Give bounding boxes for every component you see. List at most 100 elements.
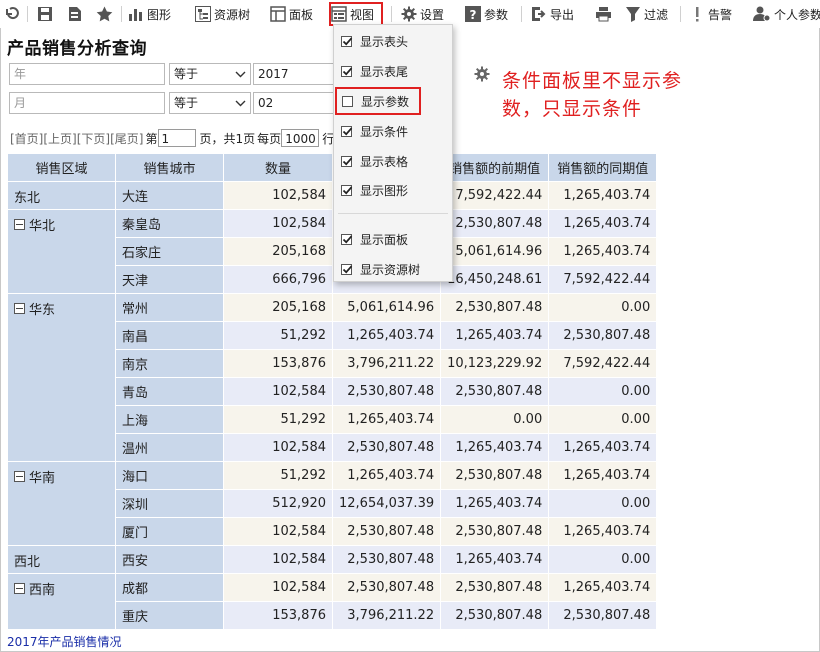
col-header-same-period[interactable]: 销售额的同期值 bbox=[548, 153, 658, 182]
col-header-region[interactable]: 销售区域 bbox=[7, 153, 116, 182]
toolbar-separator bbox=[391, 6, 392, 22]
checkbox-checked[interactable] bbox=[341, 184, 353, 196]
filter-operator-value: 等于 bbox=[174, 67, 199, 81]
menu-item-show-table[interactable]: 显示表格 bbox=[334, 147, 452, 175]
checkbox-unchecked[interactable] bbox=[342, 95, 353, 107]
cell-same-period: 0.00 bbox=[548, 405, 658, 434]
chevron-down-icon bbox=[235, 100, 246, 107]
cell-region: 东北 bbox=[7, 181, 116, 210]
menu-item-show-footer[interactable]: 显示表尾 bbox=[334, 57, 452, 85]
collapse-toggle-icon[interactable] bbox=[14, 583, 25, 594]
cell-sales: 2,530,807.48 bbox=[331, 517, 442, 546]
checkbox-checked[interactable] bbox=[341, 65, 353, 77]
menu-item-show-resource-tree[interactable]: 显示资源树 bbox=[334, 255, 452, 283]
chart-icon bbox=[129, 9, 142, 21]
menu-item-label: 显示表尾 bbox=[360, 64, 409, 79]
region-label: 西北 bbox=[14, 555, 41, 570]
cell-city: 秦皇岛 bbox=[115, 209, 224, 238]
cell-city: 大连 bbox=[115, 181, 224, 210]
prev-page-link[interactable]: [上页] bbox=[43, 130, 76, 147]
collapse-toggle-icon[interactable] bbox=[14, 219, 25, 230]
menu-item-show-conditions[interactable]: 显示条件 bbox=[334, 117, 452, 145]
cell-same-period: 2,530,807.48 bbox=[548, 601, 658, 630]
export-doc-icon bbox=[69, 7, 81, 21]
chart-button[interactable]: 图形 bbox=[128, 4, 171, 24]
filter-operator-select[interactable]: 等于 bbox=[169, 63, 251, 85]
checkmark-icon bbox=[342, 127, 353, 136]
cell-quantity: 153,876 bbox=[223, 349, 333, 378]
menu-item-show-header[interactable]: 显示表头 bbox=[334, 27, 452, 55]
cell-sales: 1,265,403.74 bbox=[331, 405, 442, 434]
checkmark-icon bbox=[342, 265, 353, 274]
menu-item-label: 显示资源树 bbox=[360, 262, 421, 277]
cell-quantity: 512,920 bbox=[223, 489, 333, 518]
save-button[interactable] bbox=[37, 4, 53, 24]
region-label: 华南 bbox=[29, 471, 56, 486]
cell-city: 海口 bbox=[115, 461, 224, 490]
filter-operator-select[interactable]: 等于 bbox=[169, 92, 251, 114]
filter-field-year[interactable]: 年 bbox=[9, 63, 165, 85]
cell-quantity: 666,796 bbox=[223, 265, 333, 294]
cell-prev-period: 2,530,807.48 bbox=[440, 573, 550, 602]
cell-region: 华南 bbox=[7, 461, 116, 546]
last-page-link[interactable]: [尾页] bbox=[110, 130, 143, 147]
resource-tree-button[interactable]: 资源树 bbox=[195, 4, 250, 24]
page-suffix: 页，共 bbox=[199, 131, 236, 146]
filter-value-input[interactable]: 02 bbox=[253, 92, 333, 114]
export-button[interactable]: 导出 bbox=[531, 4, 574, 24]
first-page-link[interactable]: [首页] bbox=[10, 130, 43, 147]
cell-prev-period: 2,530,807.48 bbox=[440, 293, 550, 322]
view-button[interactable]: 视图 bbox=[329, 2, 383, 26]
refresh-button[interactable] bbox=[5, 4, 19, 24]
filter-field-month[interactable]: 月 bbox=[9, 92, 165, 114]
next-page-link[interactable]: [下页] bbox=[77, 130, 110, 147]
checkbox-checked[interactable] bbox=[341, 125, 353, 137]
cell-prev-period: 0.00 bbox=[440, 405, 550, 434]
print-button[interactable] bbox=[595, 4, 612, 24]
menu-item-show-panel[interactable]: 显示面板 bbox=[334, 225, 452, 253]
settings-button[interactable]: 设置 bbox=[401, 4, 444, 24]
view-icon bbox=[331, 6, 347, 22]
checkbox-checked[interactable] bbox=[341, 233, 353, 245]
checkbox-checked[interactable] bbox=[341, 35, 353, 47]
col-header-quantity[interactable]: 数量 bbox=[223, 153, 333, 182]
chart-button-label: 图形 bbox=[147, 7, 172, 22]
checkmark-icon bbox=[342, 37, 353, 46]
cell-same-period: 0.00 bbox=[548, 293, 658, 322]
cell-city: 深圳 bbox=[115, 489, 224, 518]
cell-quantity: 205,168 bbox=[223, 293, 333, 322]
param-button[interactable]: ? 参数 bbox=[465, 4, 508, 24]
cell-quantity: 102,584 bbox=[223, 545, 333, 574]
checkbox-checked[interactable] bbox=[341, 155, 353, 167]
collapse-toggle-icon[interactable] bbox=[14, 303, 25, 314]
panel-button[interactable]: 面板 bbox=[270, 4, 313, 24]
cell-prev-period: 10,123,229.92 bbox=[440, 349, 550, 378]
resource-tree-icon bbox=[195, 6, 211, 22]
cell-sales: 3,796,211.22 bbox=[331, 601, 442, 630]
menu-item-show-params[interactable]: 显示参数 bbox=[335, 87, 421, 115]
region-label: 东北 bbox=[14, 191, 41, 206]
cell-same-period: 2,530,807.48 bbox=[548, 321, 658, 350]
filter-button[interactable]: 过滤 bbox=[625, 4, 668, 24]
region-label: 华北 bbox=[29, 219, 56, 234]
cell-prev-period: 2,530,807.48 bbox=[440, 517, 550, 546]
favorite-button[interactable] bbox=[96, 4, 113, 24]
menu-item-show-chart[interactable]: 显示图形 bbox=[334, 176, 452, 204]
export-doc-button[interactable] bbox=[67, 4, 83, 24]
cell-same-period: 7,592,422.44 bbox=[548, 265, 658, 294]
toolbar-separator bbox=[121, 6, 122, 22]
col-header-prev-period[interactable]: 销售额的前期值 bbox=[440, 153, 550, 182]
cell-same-period: 1,265,403.74 bbox=[548, 517, 658, 546]
alert-button[interactable]: 告警 bbox=[692, 4, 732, 24]
report-footer-title[interactable]: 2017年产品销售情况 bbox=[7, 633, 122, 650]
user-param-button[interactable]: 个人参数 bbox=[753, 4, 820, 24]
per-page-input[interactable]: 1000 bbox=[281, 129, 320, 147]
collapse-toggle-icon[interactable] bbox=[14, 471, 25, 482]
checkbox-checked[interactable] bbox=[341, 263, 353, 275]
filter-value-input[interactable]: 2017 bbox=[253, 63, 333, 85]
col-header-city[interactable]: 销售城市 bbox=[115, 153, 224, 182]
cell-quantity: 102,584 bbox=[223, 209, 333, 238]
cell-same-period: 0.00 bbox=[548, 377, 658, 406]
page-number-input[interactable]: 1 bbox=[157, 129, 196, 147]
table-row: 西北 西安 102,584 2,530,807.48 1,265,403.74 0.00 bbox=[7, 545, 658, 574]
